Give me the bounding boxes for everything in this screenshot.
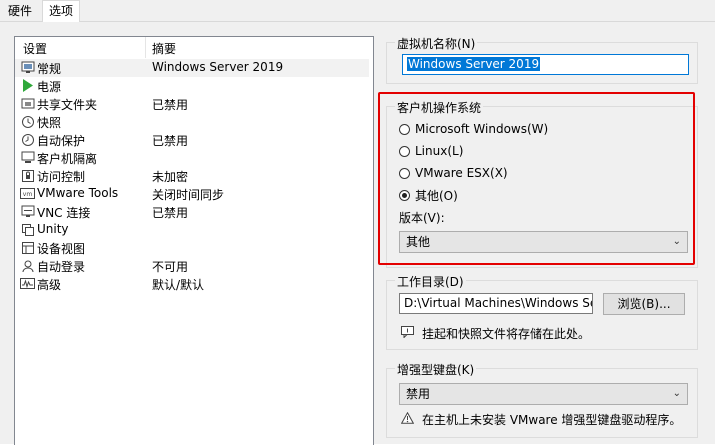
- list-item-label: 访问控制: [37, 170, 86, 184]
- shared-folder-icon: [20, 96, 35, 111]
- list-item-shared-folders[interactable]: 共享文件夹 已禁用: [15, 95, 369, 113]
- vnc-icon: [20, 204, 35, 219]
- list-item-summary: 已禁用: [152, 206, 189, 220]
- list-item-label: 设备视图: [37, 242, 86, 256]
- working-dir-label: 工作目录(D): [395, 273, 466, 290]
- column-header-summary[interactable]: 摘要: [152, 40, 176, 57]
- list-item-autologin[interactable]: 自动登录 不可用: [15, 257, 369, 275]
- list-item-summary: 关闭时间同步: [152, 188, 225, 202]
- list-item-label: 常规: [37, 62, 62, 76]
- enhanced-keyboard-warning: 在主机上未安装 VMware 增强型键盘驱动程序。: [400, 411, 682, 428]
- browse-button[interactable]: 浏览(B)...: [603, 293, 685, 315]
- list-item-guest-isolation[interactable]: 客户机隔离: [15, 149, 369, 167]
- enhanced-keyboard-select[interactable]: 禁用 ⌄: [399, 383, 688, 405]
- settings-list[interactable]: 设置 摘要 常规 Windows Server 2019 电源 共享文件夹 已禁…: [14, 36, 374, 445]
- list-item-label: 客户机隔离: [37, 152, 98, 166]
- isolation-icon: [20, 150, 35, 165]
- working-dir-group: 工作目录(D) D:\Virtual Machines\Windows Serv…: [386, 273, 698, 350]
- list-item-autoprotect[interactable]: 自动保护 已禁用: [15, 131, 369, 149]
- enhanced-keyboard-value: 禁用: [406, 387, 431, 401]
- list-item-summary: 未加密: [152, 170, 189, 184]
- chevron-down-icon: ⌄: [672, 388, 681, 399]
- unity-icon: [20, 222, 35, 237]
- list-item-label: 共享文件夹: [37, 98, 98, 112]
- tab-bar: 硬件 选项: [0, 0, 715, 23]
- list-item-summary: 不可用: [152, 260, 189, 274]
- list-item-summary: Windows Server 2019: [152, 60, 284, 74]
- highlight-box: [378, 92, 695, 265]
- list-item-label: 电源: [37, 80, 62, 94]
- list-item-label: Unity: [37, 222, 69, 236]
- advanced-icon: [20, 276, 35, 291]
- list-item-label: VMware Tools: [37, 186, 119, 200]
- list-item-summary: 已禁用: [152, 98, 189, 112]
- list-item-device-view[interactable]: 设备视图: [15, 239, 369, 257]
- list-item-label: 自动登录: [37, 260, 86, 274]
- list-item-label: VNC 连接: [37, 206, 91, 220]
- list-item-access-control[interactable]: 访问控制 未加密: [15, 167, 369, 185]
- device-view-icon: [20, 240, 35, 255]
- info-comment-icon: [401, 326, 414, 341]
- list-item-summary: 默认/默认: [152, 278, 205, 292]
- column-divider[interactable]: [145, 37, 146, 58]
- vm-name-value: Windows Server 2019: [407, 57, 541, 71]
- list-item-general[interactable]: 常规 Windows Server 2019: [15, 59, 369, 77]
- enhanced-keyboard-warning-text: 在主机上未安装 VMware 增强型键盘驱动程序。: [422, 413, 682, 427]
- working-dir-input[interactable]: D:\Virtual Machines\Windows Serv: [399, 293, 593, 314]
- vm-name-group: 虚拟机名称(N) Windows Server 2019: [386, 35, 698, 84]
- list-item-label: 自动保护: [37, 134, 86, 148]
- vm-name-input[interactable]: Windows Server 2019: [402, 54, 689, 75]
- vmware-tools-icon: vm: [20, 186, 35, 201]
- enhanced-keyboard-label: 增强型键盘(K): [395, 361, 477, 378]
- list-item-power[interactable]: 电源: [15, 77, 369, 95]
- list-item-unity[interactable]: Unity: [15, 221, 369, 239]
- list-item-snapshots[interactable]: 快照: [15, 113, 369, 131]
- column-header-settings[interactable]: 设置: [23, 40, 47, 57]
- working-dir-hint: 挂起和快照文件将存储在此处。: [401, 325, 590, 342]
- list-item-vnc[interactable]: VNC 连接 已禁用: [15, 203, 369, 221]
- autoprotect-icon: [20, 132, 35, 147]
- list-item-label: 快照: [37, 116, 62, 130]
- tab-hardware[interactable]: 硬件: [2, 2, 38, 21]
- working-dir-hint-text: 挂起和快照文件将存储在此处。: [422, 327, 591, 341]
- list-item-advanced[interactable]: 高级 默认/默认: [15, 275, 369, 293]
- autologin-icon: [20, 258, 35, 273]
- general-icon: [20, 60, 35, 75]
- list-item-vmware-tools[interactable]: vm VMware Tools 关闭时间同步: [15, 185, 369, 203]
- warning-icon: [400, 411, 415, 427]
- enhanced-keyboard-group: 增强型键盘(K) 禁用 ⌄ 在主机上未安装 VMware 增强型键盘驱动程序。: [386, 361, 698, 438]
- working-dir-value: D:\Virtual Machines\Windows Serv: [404, 296, 593, 310]
- snapshot-icon: [20, 114, 35, 129]
- power-play-icon: [20, 78, 35, 93]
- vm-name-label: 虚拟机名称(N): [395, 35, 478, 52]
- tab-options[interactable]: 选项: [42, 0, 81, 23]
- list-item-label: 高级: [37, 278, 62, 292]
- access-control-icon: [20, 168, 35, 183]
- list-item-summary: 已禁用: [152, 134, 189, 148]
- svg-text:vm: vm: [23, 191, 33, 198]
- list-header: 设置 摘要: [15, 37, 373, 58]
